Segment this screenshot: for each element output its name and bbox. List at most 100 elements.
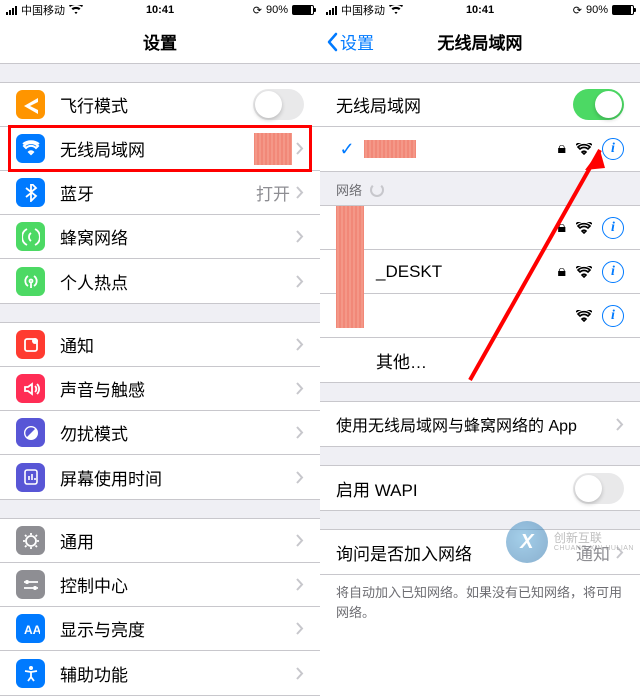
connected-network-row[interactable]: ✓ 🔒︎ i xyxy=(320,127,640,171)
watermark-domain: CHUANG XIN HULIAN xyxy=(554,545,634,553)
watermark-logo: X xyxy=(506,521,548,563)
battery-pct: 90% xyxy=(266,4,288,16)
connected-network-name xyxy=(364,140,416,158)
svg-text:AA: AA xyxy=(24,623,40,637)
chevron-right-icon xyxy=(296,142,304,155)
signal-bars-icon xyxy=(326,6,337,15)
back-label: 设置 xyxy=(340,29,374,54)
row-label: 飞行模式 xyxy=(60,92,253,117)
settings-row-sounds[interactable]: 声音与触感 xyxy=(0,367,320,411)
settings-row-general[interactable]: 通用 xyxy=(0,519,320,563)
settings-row-notifications[interactable]: 通知 xyxy=(0,323,320,367)
apps-group: 使用无线局域网与蜂窝网络的 App xyxy=(320,401,640,447)
chevron-right-icon xyxy=(296,667,304,680)
wifi-signal-icon xyxy=(576,143,592,155)
network-row[interactable]: 🔒︎ i xyxy=(320,206,640,250)
row-label: 声音与触感 xyxy=(60,376,296,401)
settings-row-cellular[interactable]: 蜂窝网络 xyxy=(0,215,320,259)
settings-row-accessibility[interactable]: 辅助功能 xyxy=(0,651,320,695)
settings-row-wifi[interactable]: 无线局域网 xyxy=(0,127,320,171)
battery-pct: 90% xyxy=(586,4,608,16)
wifi-signal-icon xyxy=(576,266,592,278)
airplane-toggle[interactable] xyxy=(253,89,304,120)
chevron-right-icon xyxy=(296,230,304,243)
airplane-icon xyxy=(16,90,45,119)
chevron-right-icon xyxy=(296,534,304,547)
bluetooth-icon xyxy=(16,178,45,207)
wapi-label: 启用 WAPI xyxy=(336,476,573,501)
display-icon: AA xyxy=(16,614,45,643)
wapi-toggle[interactable] xyxy=(573,473,624,504)
wifi-label: 无线局域网 xyxy=(336,92,573,117)
status-bar: 中国移动 10:41 ⟳ 90% xyxy=(0,0,320,20)
page-title: 无线局域网 xyxy=(438,29,523,54)
settings-row-screentime[interactable]: 屏幕使用时间 xyxy=(0,455,320,499)
watermark: X 创新互联 CHUANG XIN HULIAN xyxy=(506,521,634,563)
network-name: _DESKT xyxy=(336,262,557,282)
settings-group-2: 通知声音与触感勿扰模式屏幕使用时间 xyxy=(0,322,320,500)
nav-bar: 设置 无线局域网 xyxy=(320,20,640,64)
settings-row-dnd[interactable]: 勿扰模式 xyxy=(0,411,320,455)
chevron-right-icon xyxy=(296,622,304,635)
control-icon xyxy=(16,570,45,599)
spinner-icon xyxy=(370,183,384,197)
wifi-toggle-row[interactable]: 无线局域网 xyxy=(320,83,640,127)
cellular-icon xyxy=(16,222,45,251)
wifi-signal-icon xyxy=(576,222,592,234)
chevron-right-icon xyxy=(296,382,304,395)
settings-row-display[interactable]: AA 显示与亮度 xyxy=(0,607,320,651)
info-button[interactable]: i xyxy=(602,261,624,283)
status-time: 10:41 xyxy=(466,4,494,16)
row-label: 控制中心 xyxy=(60,572,296,597)
chevron-right-icon xyxy=(616,418,624,431)
networks-redaction xyxy=(336,206,364,328)
wifi-status-icon xyxy=(69,5,83,15)
row-label: 辅助功能 xyxy=(60,661,296,686)
redacted-value xyxy=(254,133,292,165)
row-label: 蜂窝网络 xyxy=(60,224,296,249)
settings-row-control[interactable]: 控制中心 xyxy=(0,563,320,607)
signal-bars-icon xyxy=(6,6,17,15)
notifications-icon xyxy=(16,330,45,359)
other-network-row[interactable]: 其他… xyxy=(320,338,640,382)
networks-header: 网络 xyxy=(320,172,640,205)
chevron-left-icon xyxy=(326,32,338,52)
info-button[interactable]: i xyxy=(602,217,624,239)
hotspot-icon xyxy=(16,267,45,296)
chevron-right-icon xyxy=(296,471,304,484)
settings-row-airplane[interactable]: 飞行模式 xyxy=(0,83,320,127)
row-label: 个人热点 xyxy=(60,269,296,294)
lock-icon: 🔒︎ xyxy=(557,219,566,237)
accessibility-icon xyxy=(16,659,45,688)
settings-group-3: 通用控制中心 AA 显示与亮度辅助功能 xyxy=(0,518,320,696)
info-button[interactable]: i xyxy=(602,138,624,160)
screentime-icon xyxy=(16,463,45,492)
wifi-icon xyxy=(16,134,45,163)
back-button[interactable]: 设置 xyxy=(326,20,374,63)
chevron-right-icon xyxy=(296,275,304,288)
info-button[interactable]: i xyxy=(602,305,624,327)
carrier: 中国移动 xyxy=(341,2,385,18)
settings-group-1: 飞行模式无线局域网蓝牙打开蜂窝网络个人热点 xyxy=(0,82,320,304)
wifi-apps-row[interactable]: 使用无线局域网与蜂窝网络的 App xyxy=(320,402,640,446)
orientation-lock-icon: ⟳ xyxy=(253,4,262,17)
chevron-right-icon xyxy=(296,338,304,351)
wapi-row[interactable]: 启用 WAPI xyxy=(320,466,640,510)
row-label: 无线局域网 xyxy=(60,136,254,161)
page-title: 设置 xyxy=(143,29,177,54)
network-row[interactable]: _DESKT🔒︎i xyxy=(320,250,640,294)
carrier: 中国移动 xyxy=(21,2,65,18)
network-row[interactable]: i xyxy=(320,294,640,338)
apps-row-label: 使用无线局域网与蜂窝网络的 App xyxy=(336,412,616,436)
battery-icon xyxy=(612,5,634,15)
battery-icon xyxy=(292,5,314,15)
chevron-right-icon xyxy=(296,426,304,439)
status-time: 10:41 xyxy=(146,4,174,16)
row-label: 显示与亮度 xyxy=(60,616,296,641)
other-label: 其他… xyxy=(336,348,624,373)
settings-row-bluetooth[interactable]: 蓝牙打开 xyxy=(0,171,320,215)
row-label: 通用 xyxy=(60,528,296,553)
wifi-toggle-group: 无线局域网 ✓ 🔒︎ i xyxy=(320,82,640,172)
settings-row-hotspot[interactable]: 个人热点 xyxy=(0,259,320,303)
wifi-toggle[interactable] xyxy=(573,89,624,120)
